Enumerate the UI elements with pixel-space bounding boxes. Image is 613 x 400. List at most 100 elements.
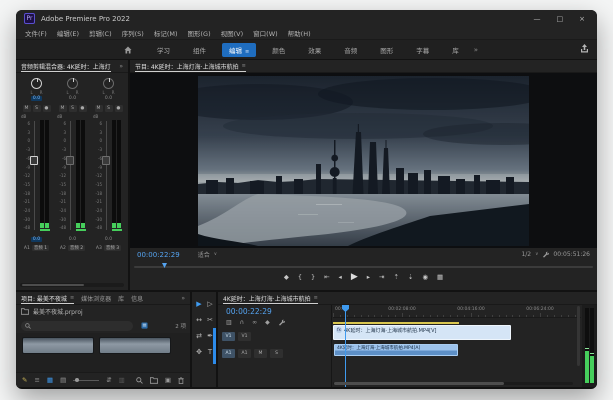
menu-edit[interactable]: 编辑(E) bbox=[57, 28, 79, 38]
new-item-button[interactable]: ▣ bbox=[165, 376, 171, 384]
fit-dropdown[interactable]: 适合 bbox=[198, 250, 210, 259]
go-to-out-button[interactable]: ⇥ bbox=[379, 273, 384, 281]
maximize-button[interactable]: □ bbox=[557, 15, 564, 23]
solo-button[interactable]: S bbox=[105, 105, 113, 112]
keyframe-button[interactable]: ● bbox=[79, 105, 87, 112]
menu-file[interactable]: 文件(F) bbox=[25, 28, 47, 38]
mute-button[interactable]: M bbox=[95, 105, 103, 112]
tab-captions[interactable]: 字幕 bbox=[409, 43, 436, 57]
keyframe-button[interactable]: ● bbox=[43, 105, 51, 112]
mixer-horizontal-scrollbar[interactable] bbox=[20, 283, 124, 287]
timeline-settings-button[interactable] bbox=[278, 319, 285, 326]
home-icon[interactable] bbox=[124, 46, 132, 54]
track-select-forward-tool[interactable]: ▷ bbox=[207, 300, 212, 308]
solo-button[interactable]: S bbox=[69, 105, 77, 112]
project-item-thumbnail[interactable] bbox=[99, 337, 171, 354]
tab-audio[interactable]: 音频 bbox=[337, 43, 364, 57]
timeline-vertical-scrollbar[interactable] bbox=[577, 306, 580, 366]
mark-in-button[interactable]: { bbox=[298, 273, 302, 281]
pan-knob[interactable] bbox=[31, 78, 42, 89]
type-tool[interactable]: T bbox=[208, 348, 212, 356]
add-marker-button[interactable]: ◆ bbox=[284, 273, 289, 281]
extract-button[interactable]: ⇣ bbox=[408, 273, 413, 281]
add-marker-button[interactable]: ◆ bbox=[265, 319, 270, 326]
insert-overwrite-settings-button[interactable]: ▥ bbox=[226, 319, 232, 326]
pan-value[interactable]: 0.0 bbox=[31, 96, 42, 101]
program-settings-wrench-icon[interactable] bbox=[542, 251, 549, 258]
target-a1-button[interactable]: A1 bbox=[238, 349, 251, 358]
tab-audio-clip-mixer[interactable]: 音频剪辑混合器: 4K延时：上海灯 bbox=[21, 60, 111, 72]
timeline-current-time[interactable]: 00:00:22:29 bbox=[226, 307, 272, 316]
tab-media-browser[interactable]: 媒体浏览器 bbox=[81, 292, 111, 304]
tab-project[interactable]: 项目: 最美不夜城≡ bbox=[21, 292, 74, 304]
tab-effects[interactable]: 效果 bbox=[301, 43, 328, 57]
tab-timeline-sequence[interactable]: 4K延时：上海灯海·上海城市航拍 ≡ bbox=[223, 292, 318, 304]
video-clip[interactable]: fx 4K延时：上海灯海·上海城市航拍.MP4[V] bbox=[333, 325, 511, 340]
tab-editing[interactable]: 编辑≡ bbox=[222, 43, 256, 57]
menu-graphics[interactable]: 图形(G) bbox=[188, 28, 211, 38]
tab-info[interactable]: 信息 bbox=[131, 292, 143, 304]
lift-button[interactable]: ⇡ bbox=[393, 273, 398, 281]
mixer-tab-overflow[interactable]: » bbox=[119, 63, 123, 70]
mute-button[interactable]: M bbox=[59, 105, 67, 112]
linked-selection-button[interactable]: ∞ bbox=[252, 319, 257, 326]
find-button[interactable] bbox=[136, 377, 143, 384]
menu-clip[interactable]: 剪辑(C) bbox=[89, 28, 112, 38]
playback-resolution-dropdown[interactable]: 1/2 bbox=[521, 251, 531, 258]
sort-icons-button[interactable]: ⇵ bbox=[106, 376, 111, 384]
snap-button[interactable]: ∩ bbox=[240, 319, 244, 326]
comparison-view-button[interactable]: ▦ bbox=[437, 273, 443, 281]
pan-value[interactable]: 0.0 bbox=[103, 96, 114, 101]
project-writable-icon[interactable]: ✎ bbox=[22, 376, 27, 384]
panel-menu-icon[interactable]: ≡ bbox=[314, 295, 318, 301]
tab-graphics[interactable]: 图形 bbox=[373, 43, 400, 57]
pan-value[interactable]: 0.0 bbox=[67, 96, 78, 101]
export-frame-button[interactable]: ◉ bbox=[422, 273, 428, 281]
minimize-button[interactable]: — bbox=[534, 15, 541, 23]
workspace-overflow[interactable]: » bbox=[474, 46, 478, 54]
pan-knob[interactable] bbox=[103, 78, 114, 89]
slip-tool[interactable]: ⇄ bbox=[196, 332, 202, 340]
selection-tool[interactable]: ▶ bbox=[196, 300, 201, 308]
fader-handle[interactable] bbox=[30, 156, 38, 165]
tab-libraries[interactable]: 库 bbox=[118, 292, 124, 304]
project-tab-overflow[interactable]: » bbox=[181, 295, 185, 302]
panel-menu-icon[interactable]: ≡ bbox=[242, 63, 246, 69]
fader-handle[interactable] bbox=[102, 156, 110, 165]
mute-button[interactable]: M bbox=[23, 105, 31, 112]
go-to-in-button[interactable]: ⇤ bbox=[324, 273, 329, 281]
panel-menu-icon[interactable]: ≡ bbox=[70, 295, 74, 301]
audio-clip[interactable]: 4K延时：上海灯海·上海城市航拍.MP4[A] bbox=[334, 344, 458, 356]
solo-button[interactable]: S bbox=[33, 105, 41, 112]
tab-assembly[interactable]: 组件 bbox=[186, 43, 213, 57]
solo-track-button[interactable]: S bbox=[270, 349, 283, 358]
icon-view-button[interactable]: ▦ bbox=[47, 376, 53, 384]
tab-libraries[interactable]: 库 bbox=[445, 43, 466, 57]
timeline-playhead[interactable] bbox=[345, 305, 346, 387]
search-input[interactable] bbox=[34, 323, 124, 329]
list-view-button[interactable]: ≡ bbox=[34, 376, 39, 384]
filter-bin-content-icon[interactable] bbox=[141, 322, 148, 329]
automate-to-sequence-button[interactable]: ▥ bbox=[119, 376, 125, 384]
quick-export-icon[interactable] bbox=[580, 44, 589, 54]
close-button[interactable]: × bbox=[579, 15, 585, 23]
volume-value[interactable]: 0.0 bbox=[31, 237, 42, 242]
project-breadcrumb[interactable]: 最美不夜城.prproj bbox=[33, 307, 83, 316]
volume-value[interactable]: 0.0 bbox=[103, 237, 114, 242]
tab-learning[interactable]: 学习 bbox=[150, 43, 177, 57]
play-button[interactable]: ▶ bbox=[351, 272, 358, 282]
slider-knob[interactable] bbox=[75, 378, 79, 382]
step-back-button[interactable]: ◂ bbox=[339, 273, 342, 281]
source-v1-button[interactable]: V1 bbox=[222, 332, 235, 341]
menu-sequence[interactable]: 序列(S) bbox=[122, 28, 144, 38]
timeline-ruler[interactable]: 00:0000:02:08:0000:04:16:0000:06:24:0000… bbox=[333, 305, 581, 318]
source-a1-button[interactable]: A1 bbox=[222, 349, 235, 358]
zoom-slider[interactable] bbox=[73, 380, 99, 381]
menu-help[interactable]: 帮助(H) bbox=[288, 28, 311, 38]
volume-value[interactable]: 0.0 bbox=[67, 237, 78, 242]
menu-window[interactable]: 窗口(W) bbox=[253, 28, 278, 38]
mark-out-button[interactable]: } bbox=[311, 273, 315, 281]
tab-color[interactable]: 颜色 bbox=[265, 43, 292, 57]
search-box[interactable] bbox=[21, 321, 133, 331]
target-v1-button[interactable]: V1 bbox=[238, 332, 251, 341]
